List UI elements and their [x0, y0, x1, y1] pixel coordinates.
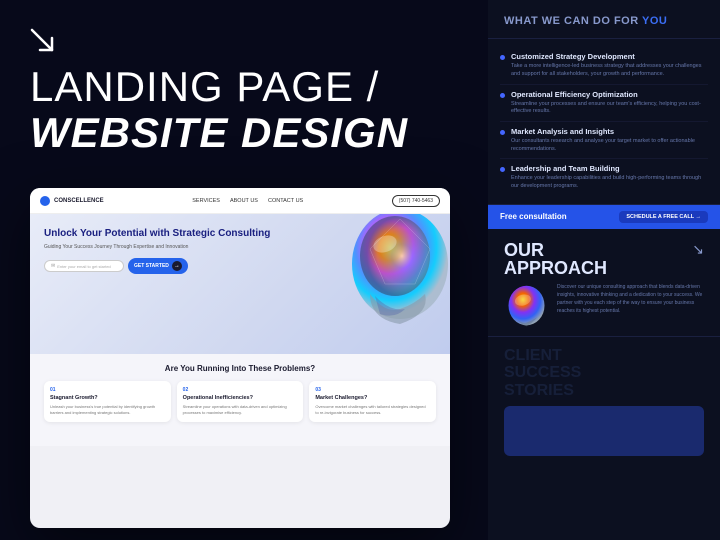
mockup-problems-section: Are You Running Into These Problems? 01 …	[30, 354, 450, 446]
service-desc-3: Our consultants research and analyse you…	[511, 138, 708, 153]
mockup-logo: CONSCELLENCE	[40, 196, 104, 206]
services-list: Customized Strategy Development Take a m…	[488, 39, 720, 205]
client-success-section: CLIENTSUCCESSSTORIES	[488, 337, 720, 540]
client-success-title: CLIENTSUCCESSSTORIES	[504, 347, 704, 400]
problem-title-3: Market Challenges?	[315, 395, 430, 401]
problem-cards-row: 01 Stagnant Growth? Unleash your busines…	[44, 381, 436, 421]
mockup-navbar: CONSCELLENCE SERVICES ABOUT US CONTACT U…	[30, 188, 450, 214]
service-content-4: Leadership and Team Building Enhance you…	[511, 164, 708, 190]
corner-arrow-icon	[30, 28, 460, 56]
right-header-title: WHAT WE CAN DO FOR YOU	[504, 14, 704, 28]
problem-desc-1: Unleash your business's true potential b…	[50, 404, 165, 415]
service-content-2: Operational Efficiency Optimization Stre…	[511, 90, 708, 116]
mockup-cta-button[interactable]: GET STARTED →	[128, 258, 188, 274]
service-title-3: Market Analysis and Insights	[511, 127, 708, 136]
cta-arrow-icon: →	[172, 261, 182, 271]
service-desc-4: Enhance your leadership capabilities and…	[511, 175, 708, 190]
service-content-1: Customized Strategy Development Take a m…	[511, 52, 708, 78]
our-approach-section: OURAPPROACH ↘	[488, 229, 720, 337]
service-dot-2	[500, 93, 505, 98]
website-mockup: CONSCELLENCE SERVICES ABOUT US CONTACT U…	[30, 188, 460, 528]
service-dot-4	[500, 167, 505, 172]
approach-header: OURAPPROACH ↘	[504, 241, 704, 277]
right-header: WHAT WE CAN DO FOR YOU	[488, 0, 720, 39]
free-consultation-bar: Free consultation SCHEDULE A FREE CALL →	[488, 205, 720, 229]
problems-title: Are You Running Into These Problems?	[44, 364, 436, 373]
service-item-1: Customized Strategy Development Take a m…	[500, 47, 708, 84]
problem-card-3: 03 Market Challenges? Overcome market ch…	[309, 381, 436, 421]
problem-num-1: 01	[50, 387, 165, 393]
service-desc-2: Streamline your processes and ensure our…	[511, 101, 708, 116]
main-title: LANDING PAGE / WEBSITE DESIGN	[30, 64, 460, 156]
client-success-card	[504, 406, 704, 456]
mockup-nav-links: SERVICES ABOUT US CONTACT US	[192, 198, 303, 204]
problem-num-2: 02	[183, 387, 298, 393]
mockup-hero-subtitle: Guiding Your Success Journey Through Exp…	[44, 244, 436, 250]
problem-desc-3: Overcome market challenges with tailored…	[315, 404, 430, 415]
mockup-card: CONSCELLENCE SERVICES ABOUT US CONTACT U…	[30, 188, 450, 528]
mockup-hero-title: Unlock Your Potential with Strategic Con…	[44, 228, 436, 240]
approach-title: OURAPPROACH	[504, 241, 607, 277]
problem-card-2: 02 Operational Inefficiencies? Streamlin…	[177, 381, 304, 421]
service-item-2: Operational Efficiency Optimization Stre…	[500, 85, 708, 122]
approach-arrow-icon: ↘	[692, 241, 704, 258]
approach-description: Discover our unique consulting approach …	[557, 283, 704, 315]
problem-desc-2: Streamline your operations with data-dri…	[183, 404, 298, 415]
free-consult-label: Free consultation	[500, 212, 567, 221]
approach-crystal-image	[504, 283, 549, 328]
free-consult-button[interactable]: SCHEDULE A FREE CALL →	[619, 211, 708, 223]
service-title-4: Leadership and Team Building	[511, 164, 708, 173]
service-item-3: Market Analysis and Insights Our consult…	[500, 122, 708, 159]
service-title-1: Customized Strategy Development	[511, 52, 708, 61]
mockup-hero: Unlock Your Potential with Strategic Con…	[30, 214, 450, 354]
service-content-3: Market Analysis and Insights Our consult…	[511, 127, 708, 153]
problem-num-3: 03	[315, 387, 430, 393]
envelope-icon: ✉	[51, 263, 55, 269]
service-title-2: Operational Efficiency Optimization	[511, 90, 708, 99]
mockup-email-row: ✉ Enter your email to get started GET ST…	[44, 258, 436, 274]
mockup-hero-text: Unlock Your Potential with Strategic Con…	[44, 228, 436, 274]
left-panel: LANDING PAGE / WEBSITE DESIGN CONSCELLEN…	[0, 0, 490, 540]
approach-content: Discover our unique consulting approach …	[504, 283, 704, 328]
mockup-email-input: ✉ Enter your email to get started	[44, 260, 124, 272]
problem-title-1: Stagnant Growth?	[50, 395, 165, 401]
mockup-phone-btn: (507) 740-5463	[392, 195, 440, 207]
service-item-4: Leadership and Team Building Enhance you…	[500, 159, 708, 195]
service-dot-3	[500, 130, 505, 135]
problem-title-2: Operational Inefficiencies?	[183, 395, 298, 401]
service-dot-1	[500, 55, 505, 60]
problem-card-1: 01 Stagnant Growth? Unleash your busines…	[44, 381, 171, 421]
right-panel: WHAT WE CAN DO FOR YOU Customized Strate…	[488, 0, 720, 540]
mockup-logo-icon	[40, 196, 50, 206]
service-desc-1: Take a more intelligence-led business st…	[511, 63, 708, 78]
